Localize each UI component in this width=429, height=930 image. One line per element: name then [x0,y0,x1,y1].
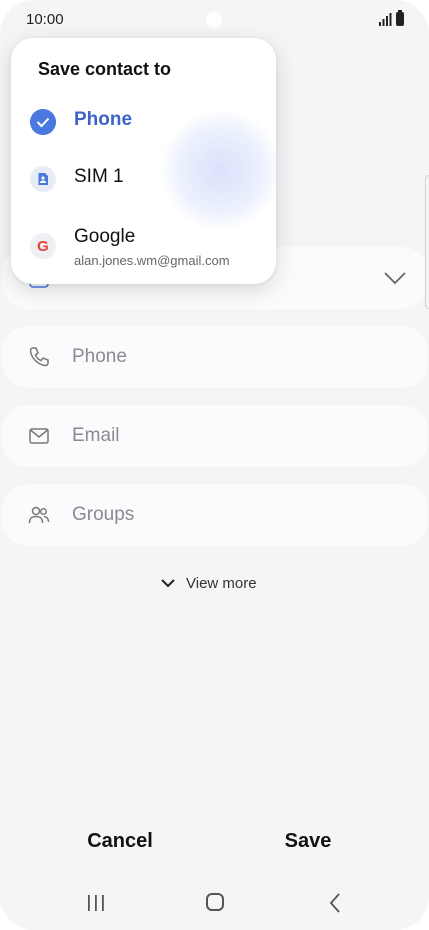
screen: 10:00 Name Phone Email [0,0,429,930]
home-icon[interactable] [206,893,224,911]
sim-card-icon [30,166,56,192]
email-field[interactable]: Email [2,405,428,467]
camera-cutout [206,12,222,28]
save-contact-to-popup: Save contact to Phone SIM 1 G Google ala… [11,38,276,284]
group-icon [28,506,50,524]
view-more-label: View more [186,574,257,592]
status-time: 10:00 [26,11,64,28]
option-sim-1-label: SIM 1 [74,166,124,187]
chevron-down-icon [161,579,175,588]
option-google[interactable]: G Google alan.jones.wm@gmail.com [11,213,276,269]
groups-field[interactable]: Groups [2,484,428,546]
option-phone-label: Phone [74,109,133,130]
cancel-button[interactable]: Cancel [60,830,180,853]
mail-icon [29,428,49,444]
back-icon[interactable] [328,892,342,914]
popup-title: Save contact to [38,59,172,79]
side-panel-handle[interactable] [425,175,429,309]
chevron-down-icon[interactable] [382,265,408,291]
check-circle-icon [30,109,56,135]
recent-apps-icon[interactable] [85,893,107,913]
option-phone[interactable]: Phone [11,94,276,150]
option-google-account: alan.jones.wm@gmail.com [74,253,230,268]
phone-field[interactable]: Phone [2,326,428,388]
status-bar: 10:00 [0,0,429,40]
signal-icon [379,13,392,26]
phone-icon [29,347,49,367]
groups-placeholder: Groups [72,504,135,525]
save-button[interactable]: Save [248,830,368,853]
google-icon: G [30,233,56,259]
view-more-button[interactable]: View more [160,572,257,594]
phone-placeholder: Phone [72,346,127,367]
option-sim-1[interactable]: SIM 1 [11,151,276,207]
option-google-label: Google [74,226,136,247]
email-placeholder: Email [72,425,120,446]
battery-icon [396,10,404,26]
